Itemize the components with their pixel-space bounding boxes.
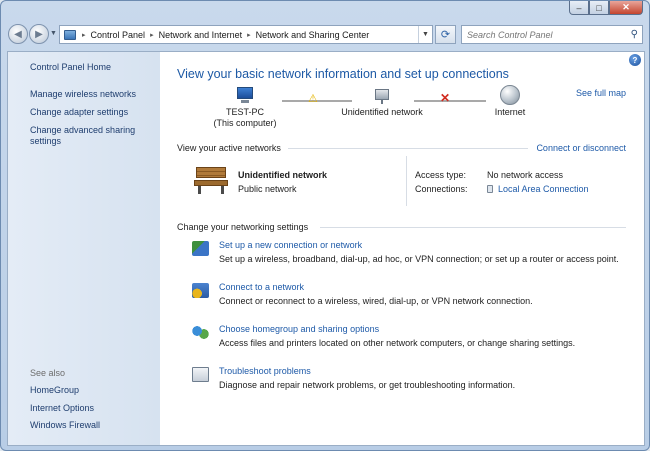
address-dropdown-icon[interactable]: ▼: [418, 26, 432, 43]
computer-name: TEST-PC: [225, 107, 264, 117]
troubleshoot-icon: [192, 367, 209, 382]
change-settings-heading: Change your networking settings: [177, 222, 309, 232]
search-input[interactable]: [467, 29, 617, 40]
window: – □ ✕ ◀ ▶ ▼ ▸ Control Panel ▸ Network an…: [0, 0, 650, 451]
map-node-computer: TEST-PC (This computer): [210, 87, 280, 129]
page-title: View your basic network information and …: [177, 67, 509, 81]
see-also-windows-firewall[interactable]: Windows Firewall: [30, 420, 155, 431]
caption-buttons: – □ ✕: [569, 1, 643, 15]
map-internet-label: Internet: [494, 107, 526, 117]
sidebar-item-change-adapter[interactable]: Change adapter settings: [30, 107, 155, 118]
breadcrumb-separator: ▸: [82, 31, 86, 39]
access-type-value: No network access: [487, 170, 564, 180]
sidebar-item-manage-wireless[interactable]: Manage wireless networks: [30, 89, 155, 100]
vertical-divider: [406, 156, 407, 206]
map-node-internet: Internet: [480, 85, 540, 118]
homegroup-icon: [192, 325, 209, 340]
recent-pages-dropdown[interactable]: ▼: [50, 30, 57, 37]
refresh-icon: ⟳: [440, 29, 451, 41]
sidebar: Control Panel Home Manage wireless netwo…: [8, 52, 160, 445]
breadcrumb-network-sharing-center[interactable]: Network and Sharing Center: [253, 30, 373, 40]
sidebar-item-advanced-sharing[interactable]: Change advanced sharing settings: [30, 125, 155, 147]
back-button[interactable]: ◀: [8, 24, 28, 44]
task-troubleshoot: Troubleshoot problems Diagnose and repai…: [192, 366, 632, 396]
forward-button[interactable]: ▶: [29, 24, 49, 44]
see-also-internet-options[interactable]: Internet Options: [30, 403, 155, 414]
access-type-label: Access type:: [415, 170, 467, 180]
connect-disconnect-link[interactable]: Connect or disconnect: [536, 143, 626, 153]
navigation-bar: ◀ ▶ ▼ ▸ Control Panel ▸ Network and Inte…: [1, 21, 649, 49]
sidebar-home-link[interactable]: Control Panel Home: [30, 62, 155, 73]
see-also-heading: See also: [30, 368, 66, 378]
task-link[interactable]: Connect to a network: [219, 282, 304, 292]
task-link[interactable]: Choose homegroup and sharing options: [219, 324, 379, 334]
active-network-name: Unidentified network: [238, 170, 328, 180]
see-also-homegroup[interactable]: HomeGroup: [30, 385, 155, 396]
maximize-button[interactable]: □: [589, 1, 609, 15]
breadcrumb-separator: ▸: [247, 31, 251, 39]
task-connect-network: Connect to a network Connect or reconnec…: [192, 282, 632, 312]
content-area: Control Panel Home Manage wireless netwo…: [7, 51, 645, 446]
computer-subtitle: (This computer): [213, 118, 277, 128]
breadcrumb-separator: ▸: [150, 31, 154, 39]
address-bar[interactable]: ▸ Control Panel ▸ Network and Internet ▸…: [59, 25, 433, 44]
disconnected-x-icon: ✕: [440, 91, 451, 105]
control-panel-icon: [64, 29, 76, 40]
connections-value-wrap: Local Area Connection: [487, 184, 589, 194]
task-description: Access files and printers located on oth…: [219, 338, 576, 348]
local-area-connection-link[interactable]: Local Area Connection: [498, 184, 589, 194]
active-networks-heading: View your active networks: [177, 143, 281, 153]
computer-icon: [234, 87, 256, 105]
connections-label: Connections:: [415, 184, 468, 194]
breadcrumb-network-internet[interactable]: Network and Internet: [156, 30, 246, 40]
main-panel: ? View your basic network information an…: [160, 52, 644, 445]
warning-icon: ⚠: [308, 93, 318, 105]
task-link[interactable]: Set up a new connection or network: [219, 240, 362, 250]
lan-connection-icon: [487, 185, 493, 193]
connect-network-icon: [192, 283, 209, 298]
breadcrumb-control-panel[interactable]: Control Panel: [88, 30, 149, 40]
search-box[interactable]: ⚲: [461, 25, 643, 44]
forward-arrow-icon: ▶: [35, 28, 43, 40]
task-description: Set up a wireless, broadband, dial-up, a…: [219, 254, 619, 264]
divider: [320, 227, 626, 228]
public-network-bench-icon: [194, 167, 228, 195]
network-icon: [371, 87, 393, 105]
task-description: Diagnose and repair network problems, or…: [219, 380, 516, 390]
task-homegroup-sharing: Choose homegroup and sharing options Acc…: [192, 324, 632, 354]
divider: [288, 148, 528, 149]
network-map: TEST-PC (This computer) ⚠ Unidentified n…: [160, 82, 644, 142]
refresh-button[interactable]: ⟳: [435, 25, 456, 44]
help-icon[interactable]: ?: [629, 54, 641, 66]
setup-connection-icon: [192, 241, 209, 256]
active-network-type-link[interactable]: Public network: [238, 184, 297, 194]
map-network-label: Unidentified network: [341, 107, 423, 117]
task-description: Connect or reconnect to a wireless, wire…: [219, 296, 533, 306]
close-button[interactable]: ✕: [609, 1, 643, 15]
task-link[interactable]: Troubleshoot problems: [219, 366, 311, 376]
minimize-button[interactable]: –: [569, 1, 589, 15]
map-node-network: Unidentified network: [332, 87, 432, 118]
task-setup-connection: Set up a new connection or network Set u…: [192, 240, 632, 270]
internet-globe-icon: [500, 85, 520, 105]
search-icon[interactable]: ⚲: [631, 29, 638, 40]
back-arrow-icon: ◀: [14, 28, 22, 40]
